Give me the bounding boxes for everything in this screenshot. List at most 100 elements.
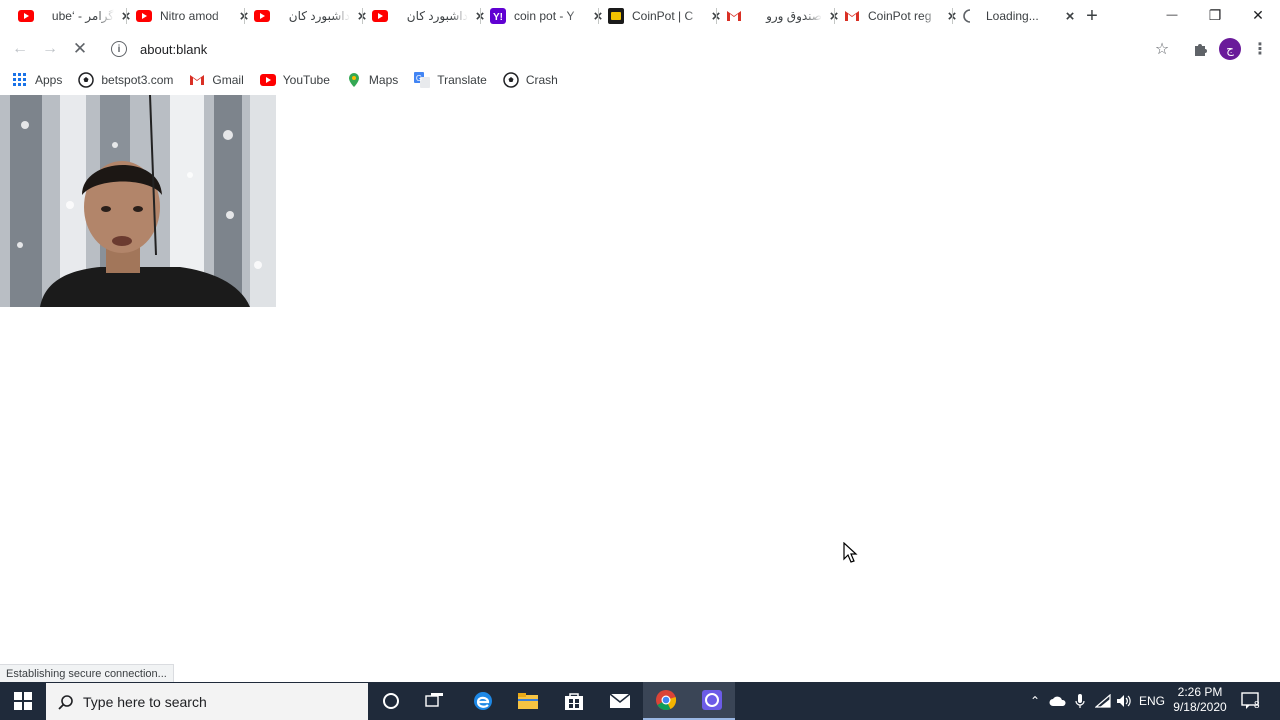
windows-logo-icon	[14, 692, 32, 710]
bookmark-label: Maps	[368, 72, 399, 87]
tab-strip: گرامر - ‘ube × Nitro amod × داشبورد کان …	[0, 0, 1280, 32]
bookmark-maps[interactable]: Maps	[346, 69, 398, 91]
tab-9-active[interactable]: Loading... ×	[944, 0, 1078, 32]
bookmark-label: YouTube	[282, 72, 330, 87]
tab-title: Nitro amod	[160, 9, 219, 23]
tab-4[interactable]: داشبورد کان ×	[354, 0, 488, 32]
screen-recorder-app[interactable]	[689, 682, 735, 720]
star-icon: ☆	[1154, 41, 1170, 58]
address-bar[interactable]: i about:blank	[104, 35, 1144, 63]
menu-button[interactable]: ⋮	[1250, 39, 1270, 59]
minimize-button[interactable]: —	[1149, 0, 1195, 30]
taskbar-search-box[interactable]: Type here to search	[46, 683, 368, 720]
tab-title: CoinPot | C	[632, 9, 694, 23]
task-view-icon	[425, 693, 443, 707]
tab-8[interactable]: CoinPot reg ×	[826, 0, 960, 32]
tab-1[interactable]: گرامر - ‘ube ×	[0, 0, 134, 32]
chrome-app-active[interactable]	[643, 682, 689, 720]
coinpot-icon	[608, 8, 624, 24]
edge-icon	[474, 692, 492, 710]
arrow-left-icon: ←	[12, 40, 28, 57]
stop-icon: ✕	[72, 39, 88, 58]
restore-button[interactable]: ❐	[1192, 0, 1238, 30]
profile-avatar[interactable]: ج	[1219, 38, 1241, 60]
bookmark-label: betspot3.com	[101, 72, 174, 87]
show-hidden-icons-button[interactable]: ⌃	[1026, 682, 1044, 720]
tab-title: Loading...	[986, 9, 1039, 23]
tab-7[interactable]: صندوق ورو ×	[708, 0, 842, 32]
close-window-button[interactable]: ✕	[1235, 0, 1280, 30]
clock-time: 2:26 PM	[1177, 685, 1223, 699]
bookmark-youtube[interactable]: YouTube	[259, 69, 330, 91]
bookmark-label: Apps	[35, 72, 63, 87]
tab-2[interactable]: Nitro amod ×	[118, 0, 252, 32]
windows-taskbar: Type here to search ⌃ ENG 2:26 PM 9/18/2…	[0, 682, 1280, 720]
youtube-icon	[136, 8, 152, 24]
tab-title: صندوق ورو	[766, 9, 822, 23]
soccer-ball-icon	[503, 71, 519, 88]
edge-app[interactable]	[460, 682, 506, 720]
extensions-button[interactable]	[1190, 39, 1210, 59]
tab-6[interactable]: CoinPot | C ×	[590, 0, 724, 32]
stop-loading-button[interactable]: ✕	[70, 39, 90, 59]
forward-button[interactable]: →	[40, 39, 60, 59]
store-app[interactable]	[551, 682, 597, 720]
translate-icon: G	[414, 71, 431, 88]
yahoo-icon: Y!	[490, 8, 506, 24]
cortana-button[interactable]	[368, 682, 414, 720]
chevron-up-icon: ⌃	[1029, 694, 1041, 708]
bookmark-apps[interactable]: Apps	[12, 69, 62, 91]
bookmarks-bar: Apps betspot3.com Gmail YouTube Maps G T…	[0, 66, 1280, 93]
youtube-icon	[254, 8, 270, 24]
close-icon[interactable]: ×	[1062, 8, 1078, 25]
search-icon	[56, 692, 76, 712]
bookmark-betspot3[interactable]: betspot3.com	[78, 69, 173, 91]
gmail-icon	[726, 8, 742, 24]
page-content	[0, 93, 1280, 682]
input-language[interactable]: ENG	[1137, 682, 1167, 720]
bookmark-gmail[interactable]: Gmail	[189, 69, 244, 91]
bookmark-crash[interactable]: Crash	[503, 69, 558, 91]
youtube-icon	[18, 8, 34, 24]
arrow-right-icon: →	[42, 40, 58, 57]
action-center-button[interactable]: 8	[1236, 682, 1266, 720]
start-button[interactable]	[0, 682, 46, 720]
volume-tray[interactable]	[1115, 682, 1135, 720]
new-tab-button[interactable]: +	[1082, 6, 1102, 26]
chrome-icon	[656, 690, 677, 711]
back-button[interactable]: ←	[10, 39, 30, 59]
search-placeholder: Type here to search	[83, 693, 207, 710]
bookmark-label: Translate	[437, 72, 487, 87]
status-bubble: Establishing secure connection...	[0, 664, 174, 682]
gmail-icon	[189, 72, 205, 88]
minimize-icon: —	[1166, 9, 1178, 21]
info-icon[interactable]: i	[111, 41, 127, 57]
network-tray[interactable]	[1093, 682, 1113, 720]
youtube-icon	[259, 72, 276, 88]
speaker-icon	[1117, 695, 1131, 707]
loading-spinner-icon	[962, 8, 978, 24]
bookmark-star-button[interactable]: ☆	[1152, 39, 1172, 59]
tab-5[interactable]: Y! coin pot - Y ×	[472, 0, 606, 32]
task-view-button[interactable]	[412, 682, 458, 720]
system-clock[interactable]: 2:26 PM 9/18/2020	[1168, 685, 1232, 717]
bookmark-label: Gmail	[212, 72, 244, 87]
microphone-tray[interactable]	[1071, 682, 1089, 720]
file-explorer-app[interactable]	[505, 682, 551, 720]
onedrive-tray[interactable]	[1048, 682, 1068, 720]
apps-grid-icon	[12, 72, 28, 88]
gmail-icon	[844, 8, 860, 24]
tab-title: گرامر - ‘ube	[51, 9, 114, 23]
tab-title: CoinPot reg	[868, 9, 932, 23]
youtube-icon	[372, 8, 388, 24]
tab-3[interactable]: داشبورد کان ×	[236, 0, 370, 32]
mail-app[interactable]	[597, 682, 643, 720]
restore-icon: ❐	[1208, 6, 1222, 23]
tab-title: داشبورد کان	[406, 9, 468, 23]
folder-icon	[518, 693, 538, 709]
soccer-ball-icon	[78, 71, 95, 88]
bookmark-translate[interactable]: G Translate	[414, 69, 487, 91]
cloud-icon	[1049, 696, 1066, 706]
bookmark-label: Crash	[525, 72, 558, 87]
browser-toolbar: ← → ✕ i about:blank ☆ ج ⋮	[0, 32, 1280, 66]
